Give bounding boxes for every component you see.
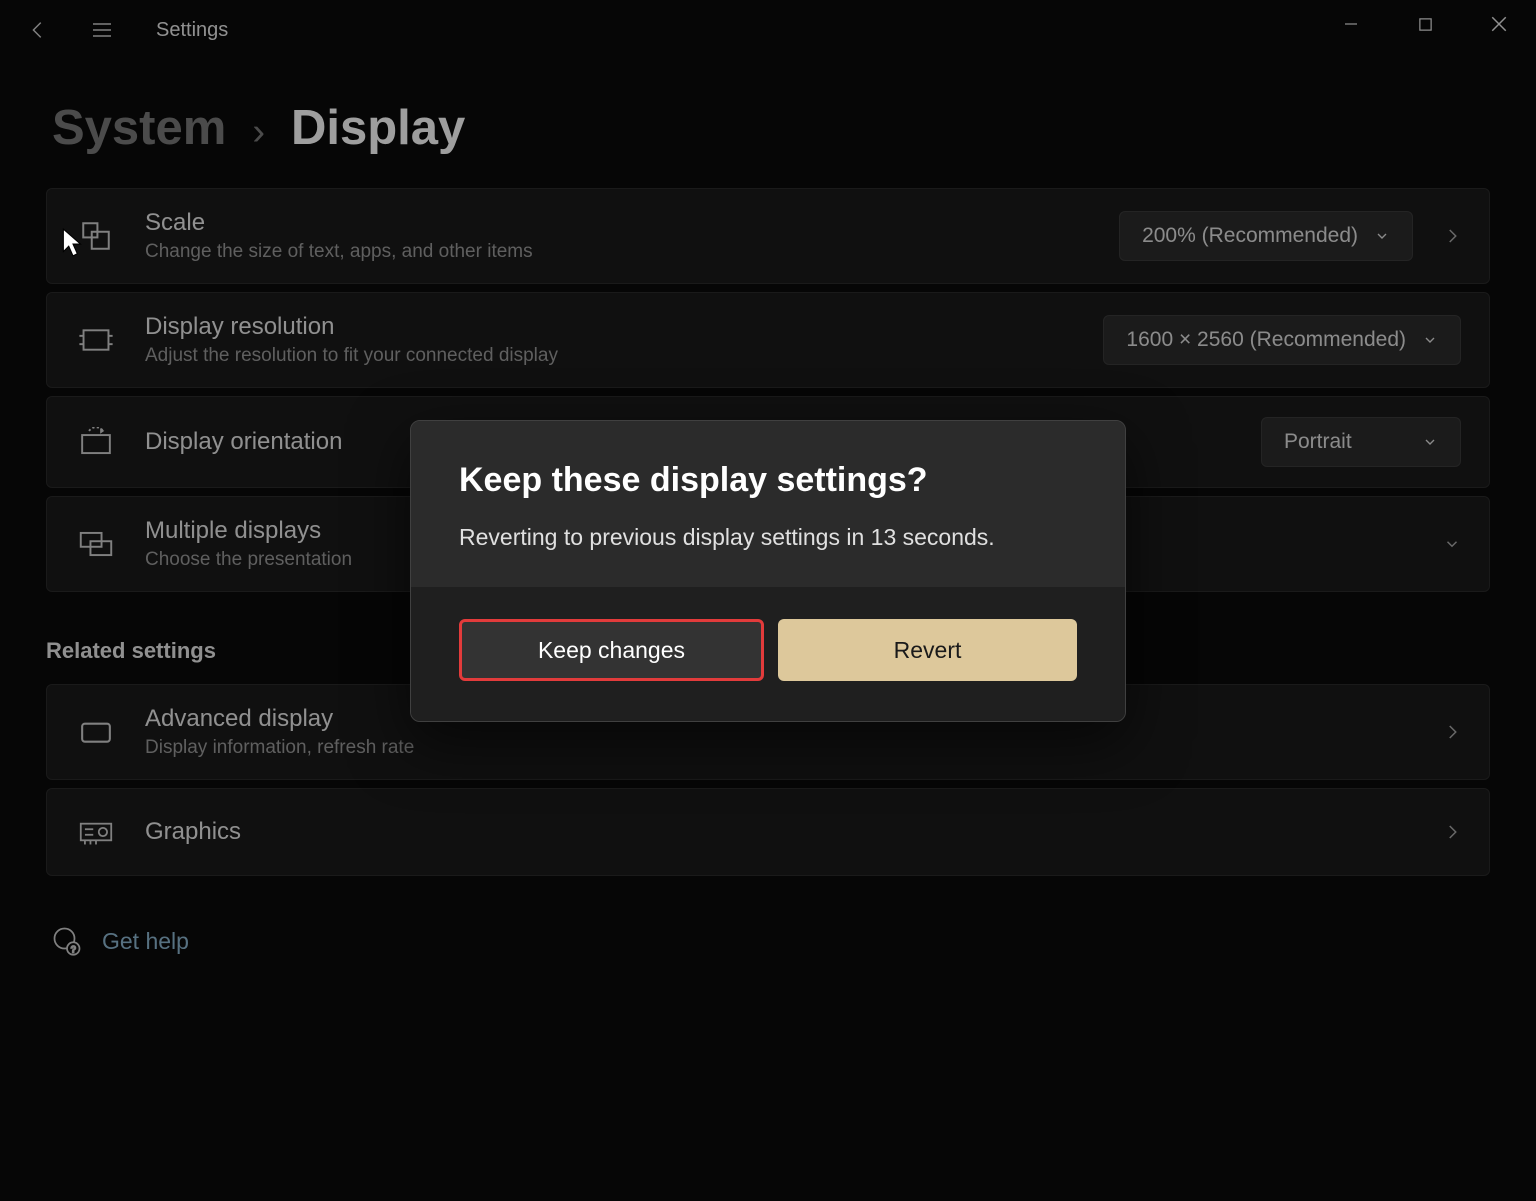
- dialog-title: Keep these display settings?: [459, 461, 1077, 500]
- keep-settings-dialog: Keep these display settings? Reverting t…: [410, 420, 1126, 722]
- revert-button[interactable]: Revert: [778, 619, 1077, 681]
- keep-changes-button[interactable]: Keep changes: [459, 619, 764, 681]
- dialog-body-text: Reverting to previous display settings i…: [459, 524, 1077, 551]
